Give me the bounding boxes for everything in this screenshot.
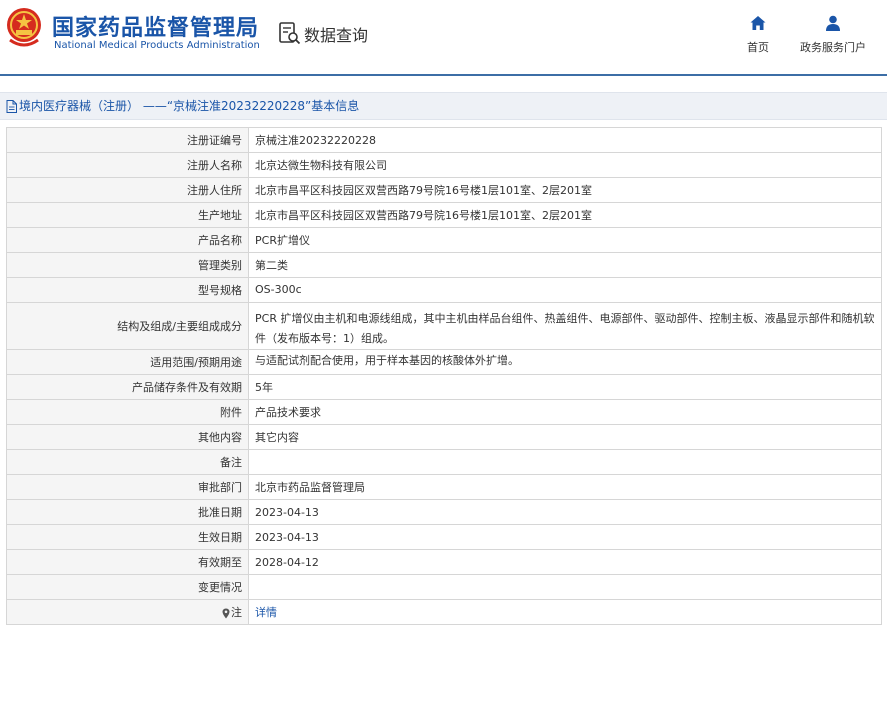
row-label: 批准日期 <box>6 499 249 525</box>
row-value: 北京市昌平区科技园区双营西路79号院16号楼1层101室、2层201室 <box>248 202 882 228</box>
row-value-cell: 详情 <box>248 599 882 625</box>
row-label: 产品储存条件及有效期 <box>6 374 249 400</box>
nav-portal-label: 政务服务门户 <box>800 41 866 54</box>
nav-home-link[interactable]: 首页 <box>740 14 776 55</box>
table-row: 型号规格 OS-300c <box>6 277 882 303</box>
row-label: 产品名称 <box>6 227 249 253</box>
row-label: 结构及组成/主要组成成分 <box>6 302 249 350</box>
breadcrumb: 境内医疗器械（注册） ——“京械注准20232220228”基本信息 <box>0 92 887 120</box>
row-label: 变更情况 <box>6 574 249 600</box>
row-label: 型号规格 <box>6 277 249 303</box>
row-value: 2023-04-13 <box>248 524 882 550</box>
table-row: 备注 <box>6 449 882 475</box>
row-label: 注 <box>231 606 242 619</box>
table-row: 适用范围/预期用途 与适配试剂配合使用，用于样本基因的核酸体外扩增。 <box>6 349 882 375</box>
breadcrumb-text: 境内医疗器械（注册） ——“京械注准20232220228”基本信息 <box>19 99 360 113</box>
table-row: 结构及组成/主要组成成分 PCR 扩增仪由主机和电源线组成，其中主机由样品台组件… <box>6 302 882 350</box>
home-icon <box>750 16 766 30</box>
site-name-en[interactable]: National Medical Products Administration <box>54 40 260 51</box>
pin-icon <box>222 608 230 618</box>
details-link[interactable]: 详情 <box>255 606 277 619</box>
row-label: 适用范围/预期用途 <box>6 349 249 375</box>
row-label: 有效期至 <box>6 549 249 575</box>
row-label: 其他内容 <box>6 424 249 450</box>
user-icon <box>826 15 840 31</box>
row-value: 5年 <box>248 374 882 400</box>
row-value: 北京市药品监督管理局 <box>248 474 882 500</box>
table-row: 管理类别 第二类 <box>6 252 882 278</box>
row-label: 附件 <box>6 399 249 425</box>
row-label: 管理类别 <box>6 252 249 278</box>
document-icon <box>6 100 17 113</box>
table-row: 有效期至 2028-04-12 <box>6 549 882 575</box>
table-row: 批准日期 2023-04-13 <box>6 499 882 525</box>
header-divider <box>0 74 887 76</box>
table-row: 注册人名称 北京达微生物科技有限公司 <box>6 152 882 178</box>
row-value: 北京达微生物科技有限公司 <box>248 152 882 178</box>
national-emblem-icon <box>7 8 41 47</box>
note-label-cell: 注 <box>6 599 249 625</box>
row-value: 第二类 <box>248 252 882 278</box>
row-label: 生效日期 <box>6 524 249 550</box>
row-value: 2023-04-13 <box>248 499 882 525</box>
table-row: 其他内容 其它内容 <box>6 424 882 450</box>
row-value: OS-300c <box>248 277 882 303</box>
row-label: 注册人名称 <box>6 152 249 178</box>
row-label: 备注 <box>6 449 249 475</box>
table-row: 注册人住所 北京市昌平区科技园区双营西路79号院16号楼1层101室、2层201… <box>6 177 882 203</box>
table-row: 产品名称 PCR扩增仪 <box>6 227 882 253</box>
table-row: 附件 产品技术要求 <box>6 399 882 425</box>
row-value <box>248 449 882 475</box>
table-row: 生产地址 北京市昌平区科技园区双营西路79号院16号楼1层101室、2层201室 <box>6 202 882 228</box>
site-header: 国家药品监督管理局 National Medical Products Admi… <box>0 0 887 74</box>
row-label: 注册证编号 <box>6 127 249 153</box>
table-row: 变更情况 <box>6 574 882 600</box>
row-value: PCR 扩增仪由主机和电源线组成，其中主机由样品台组件、热盖组件、电源部件、驱动… <box>248 302 882 350</box>
table-row: 生效日期 2023-04-13 <box>6 524 882 550</box>
row-label: 注册人住所 <box>6 177 249 203</box>
nav-home-label: 首页 <box>747 41 769 54</box>
registration-info-table: 注册证编号 京械注准20232220228 注册人名称 北京达微生物科技有限公司… <box>6 127 882 625</box>
row-value: PCR扩增仪 <box>248 227 882 253</box>
row-value: 与适配试剂配合使用，用于样本基因的核酸体外扩增。 <box>248 349 882 375</box>
site-name-cn[interactable]: 国家药品监督管理局 <box>52 10 259 42</box>
row-value: 其它内容 <box>248 424 882 450</box>
row-value: 北京市昌平区科技园区双营西路79号院16号楼1层101室、2层201室 <box>248 177 882 203</box>
table-row: 注册证编号 京械注准20232220228 <box>6 127 882 153</box>
data-query-icon <box>279 22 301 45</box>
table-row: 审批部门 北京市药品监督管理局 <box>6 474 882 500</box>
nav-portal-link[interactable]: 政务服务门户 <box>798 14 868 55</box>
row-value <box>248 574 882 600</box>
page-title: 数据查询 <box>304 26 369 45</box>
row-label: 生产地址 <box>6 202 249 228</box>
table-row: 产品储存条件及有效期 5年 <box>6 374 882 400</box>
row-value: 京械注准20232220228 <box>248 127 882 153</box>
table-row: 注 详情 <box>6 599 882 625</box>
row-value: 2028-04-12 <box>248 549 882 575</box>
row-label: 审批部门 <box>6 474 249 500</box>
row-value: 产品技术要求 <box>248 399 882 425</box>
